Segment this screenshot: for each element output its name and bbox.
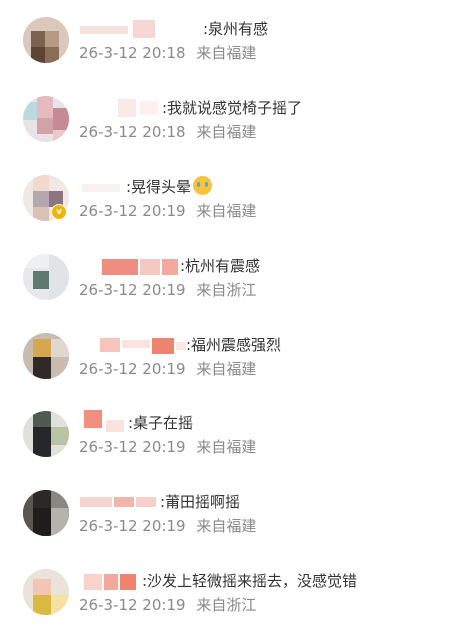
timestamp: 26-3-12 20:19	[79, 517, 186, 535]
username[interactable]	[78, 257, 180, 275]
comment-item: :泉州有感 26-3-12 20:18 来自福建	[0, 17, 454, 95]
username[interactable]	[78, 410, 128, 432]
comment-text: :莆田摇啊摇	[160, 493, 241, 511]
source-location: 来自福建	[196, 202, 257, 220]
avatar[interactable]	[23, 17, 69, 63]
username[interactable]	[78, 178, 126, 196]
source-location: 来自福建	[196, 123, 257, 141]
avatar[interactable]	[23, 490, 69, 536]
username[interactable]	[78, 336, 186, 354]
avatar[interactable]	[23, 96, 69, 142]
comment-text: :晃得头晕	[126, 178, 192, 196]
comment-meta: 26-3-12 20:19 来自福建	[79, 201, 256, 221]
comment-text: :桌子在摇	[128, 414, 194, 432]
source-location: 来自福建	[196, 360, 257, 378]
avatar[interactable]	[23, 569, 69, 615]
source-location: 来自浙江	[196, 281, 257, 299]
comment-text: :沙发上轻微摇来摇去，没感觉错	[142, 572, 358, 590]
username[interactable]	[78, 572, 142, 590]
comment-meta: 26-3-12 20:19 来自浙江	[79, 595, 256, 615]
source-location: 来自浙江	[196, 596, 257, 614]
timestamp: 26-3-12 20:19	[79, 202, 186, 220]
comment-item: :桌子在摇 26-3-12 20:19 来自福建	[0, 410, 454, 489]
avatar[interactable]	[23, 254, 69, 300]
comment-item: v :晃得头晕 26-3-12 20:19 来自福建	[0, 175, 454, 253]
username[interactable]	[78, 20, 203, 38]
comment-meta: 26-3-12 20:19 来自福建	[79, 359, 256, 379]
comment-meta: 26-3-12 20:19 来自浙江	[79, 280, 256, 300]
source-location: 来自福建	[196, 44, 257, 62]
avatar[interactable]	[23, 333, 69, 379]
comment-meta: 26-3-12 20:18 来自福建	[79, 122, 256, 142]
source-location: 来自福建	[196, 438, 257, 456]
comment-text: :我就说感觉椅子摇了	[162, 99, 303, 117]
timestamp: 26-3-12 20:19	[79, 360, 186, 378]
comment-meta: 26-3-12 20:19 来自福建	[79, 516, 256, 536]
avatar[interactable]	[23, 411, 69, 457]
verified-badge-icon: v	[51, 204, 67, 220]
timestamp: 26-3-12 20:19	[79, 596, 186, 614]
comment-item: :福州震感强烈 26-3-12 20:19 来自福建	[0, 333, 454, 411]
source-location: 来自福建	[196, 517, 257, 535]
username[interactable]	[78, 493, 160, 511]
comment-item: :莆田摇啊摇 26-3-12 20:19 来自福建	[0, 490, 454, 568]
crying-face-emoji	[193, 175, 213, 195]
username[interactable]	[78, 99, 162, 117]
comment-meta: 26-3-12 20:18 来自福建	[79, 43, 256, 63]
timestamp: 26-3-12 20:19	[79, 438, 186, 456]
timestamp: 26-3-12 20:18	[79, 123, 186, 141]
timestamp: 26-3-12 20:18	[79, 44, 186, 62]
comment-item: :杭州有震感 26-3-12 20:19 来自浙江	[0, 254, 454, 332]
timestamp: 26-3-12 20:19	[79, 281, 186, 299]
comment-text: :泉州有感	[203, 20, 269, 38]
comment-text: :杭州有震感	[180, 257, 261, 275]
comment-item: :沙发上轻微摇来摇去，没感觉错 26-3-12 20:19 来自浙江	[0, 569, 454, 630]
comment-item: :我就说感觉椅子摇了 26-3-12 20:18 来自福建	[0, 96, 454, 174]
comment-text: :福州震感强烈	[186, 336, 282, 354]
comment-meta: 26-3-12 20:19 来自福建	[79, 437, 256, 457]
comment-list: :泉州有感 26-3-12 20:18 来自福建 :我就说感觉椅子摇了 26-3…	[0, 0, 454, 630]
